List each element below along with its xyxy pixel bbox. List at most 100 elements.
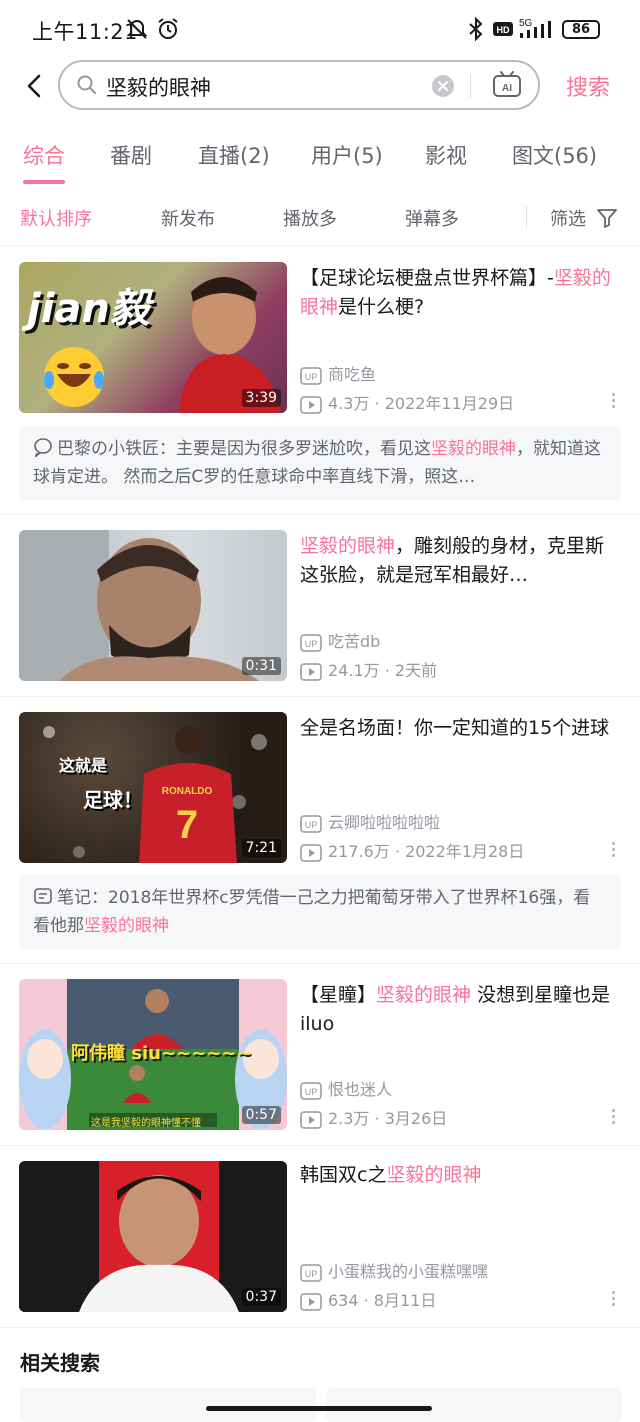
up-icon: UP (300, 633, 322, 652)
sort-divider (526, 206, 527, 228)
up-icon: UP (300, 1263, 322, 1282)
home-indicator[interactable] (206, 1406, 432, 1411)
uploader[interactable]: UP 小蛋糕我的小蛋糕嘿嘿 (300, 1258, 488, 1282)
signal-icon: 5G (519, 18, 551, 38)
search-query[interactable]: 坚毅的眼神 (106, 72, 211, 102)
uploader[interactable]: UP 商吃鱼 (300, 361, 376, 385)
video-thumbnail[interactable]: 阿伟瞳 siu~~~~~~ 这是我坚毅的眼神懂不懂 0:57 (19, 979, 287, 1130)
search-bar: 坚毅的眼神 AI 搜索 (0, 58, 640, 114)
note-icon (34, 888, 52, 904)
ai-assistant-icon[interactable]: AI (492, 71, 522, 99)
stats-text: 4.3万 · 2022年11月29日 (328, 394, 515, 413)
stats-text: 217.6万 · 2022年1月28日 (328, 842, 525, 861)
video-stats: 24.1万 · 2天前 (300, 657, 437, 681)
uploader-name: 云卿啦啦啦啦啦 (328, 813, 441, 832)
separator (0, 1327, 640, 1328)
jersey-name: RONALDO (162, 786, 213, 797)
video-stats: 4.3万 · 2022年11月29日 (300, 390, 514, 414)
uploader-name: 小蛋糕我的小蛋糕嘿嘿 (328, 1262, 489, 1281)
more-icon[interactable] (612, 393, 616, 411)
more-icon[interactable] (612, 842, 616, 860)
uploader-name: 吃苦db (328, 632, 381, 651)
note-preview[interactable]: 笔记：2018年世界杯c罗凭借一己之力把葡萄牙带入了世界杯16强，看看他那坚毅的… (19, 875, 621, 949)
video-title[interactable]: 韩国双c之坚毅的眼神 (300, 1161, 620, 1190)
duration-badge: 0:31 (241, 657, 281, 675)
filter-label: 筛选 (550, 209, 586, 230)
up-icon: UP (300, 366, 322, 385)
video-thumbnail[interactable]: RONALDO 7 这就是 足球！ 7:21 (19, 712, 287, 863)
alarm-icon (158, 18, 178, 39)
comment-author: 巴黎の小铁匠： (57, 439, 176, 459)
sort-most-played[interactable]: 播放多 (283, 205, 337, 231)
video-stats: 634 · 8月11日 (300, 1287, 436, 1311)
title-text: 韩国双c之 (300, 1164, 387, 1186)
svg-text:UP: UP (305, 639, 318, 649)
stats-text: 24.1万 · 2天前 (328, 661, 438, 680)
play-count-icon (300, 1292, 322, 1311)
video-title[interactable]: 全是名场面！你一定知道的15个进球 (300, 714, 620, 743)
sort-newest[interactable]: 新发布 (161, 205, 215, 231)
title-highlight: 坚毅的眼神 (300, 535, 396, 557)
title-highlight: 坚毅的眼神 (386, 1164, 482, 1186)
comment-highlight: 坚毅的眼神 (431, 439, 516, 459)
title-text: 【星瞳】 (300, 984, 377, 1006)
stats-text: 634 · 8月11日 (328, 1291, 437, 1310)
result-tabs: 综合 番剧 直播(2) 用户(5) 影视 图文(56) (0, 128, 640, 186)
search-button[interactable]: 搜索 (566, 70, 610, 102)
thumbnail-title: 阿伟瞳 siu~~~~~~ (71, 1043, 252, 1064)
tab-all[interactable]: 综合 (23, 140, 65, 170)
uploader-name: 恨也迷人 (328, 1080, 393, 1099)
sort-most-danmaku[interactable]: 弹幕多 (405, 205, 459, 231)
video-title[interactable]: 坚毅的眼神，雕刻般的身材，克里斯这张脸，就是冠军相最好… (300, 532, 620, 590)
tab-film[interactable]: 影视 (425, 140, 467, 170)
related-search-item[interactable] (326, 1388, 622, 1422)
video-title[interactable]: 【星瞳】坚毅的眼神 没想到星瞳也是iluo (300, 981, 620, 1039)
play-count-icon (300, 662, 322, 681)
comment-icon (34, 438, 52, 459)
tab-bangumi[interactable]: 番剧 (110, 140, 152, 170)
stats-text: 2.3万 · 3月26日 (328, 1109, 448, 1128)
comment-preview[interactable]: 巴黎の小铁匠：主要是因为很多罗迷尬吹，看见这坚毅的眼神，就知道这球肯定进。 然而… (19, 426, 621, 500)
tab-articles[interactable]: 图文(56) (512, 140, 597, 170)
uploader[interactable]: UP 吃苦db (300, 628, 380, 652)
thumbnail-text: 足球！ (83, 788, 143, 812)
related-search-item[interactable] (20, 1388, 316, 1422)
video-thumbnail[interactable]: 0:31 (19, 530, 287, 681)
play-count-icon (300, 1110, 322, 1129)
duration-badge: 0:37 (241, 1288, 281, 1306)
more-icon[interactable] (612, 1291, 616, 1309)
video-stats: 2.3万 · 3月26日 (300, 1105, 447, 1129)
duration-badge: 0:57 (241, 1106, 281, 1124)
uploader[interactable]: UP 云卿啦啦啦啦啦 (300, 809, 440, 833)
search-icon (77, 75, 96, 94)
svg-text:UP: UP (305, 1269, 318, 1279)
uploader[interactable]: UP 恨也迷人 (300, 1076, 392, 1100)
thumbnail-text: 这就是 (59, 756, 108, 775)
thumbnail-caption: 这是我坚毅的眼神懂不懂 (91, 1118, 201, 1129)
svg-text:5G: 5G (519, 18, 533, 29)
thumbnail-title: jian毅 (27, 286, 150, 332)
sort-default[interactable]: 默认排序 (20, 205, 92, 231)
more-icon[interactable] (612, 1109, 616, 1127)
title-text: 全是名场面！你一定知道的15个进球 (300, 717, 610, 739)
note-author: 笔记： (57, 888, 108, 908)
separator (0, 514, 640, 515)
video-title[interactable]: 【足球论坛梗盘点世界杯篇】-坚毅的眼神是什么梗? (300, 264, 620, 322)
mute-icon (126, 19, 148, 39)
title-highlight: 坚毅的眼神 (376, 984, 472, 1006)
back-icon[interactable] (18, 68, 52, 104)
duration-badge: 7:21 (241, 839, 281, 857)
tab-users[interactable]: 用户(5) (311, 140, 383, 170)
video-thumbnail[interactable]: jian毅 3:39 (19, 262, 287, 413)
note-highlight: 坚毅的眼神 (84, 916, 169, 936)
filter-button[interactable]: 筛选 (550, 205, 618, 231)
video-thumbnail[interactable]: 0:37 (19, 1161, 287, 1312)
separator (0, 696, 640, 697)
search-input[interactable]: 坚毅的眼神 AI (58, 60, 540, 110)
clear-icon[interactable] (432, 75, 454, 97)
svg-text:UP: UP (305, 1087, 318, 1097)
battery-level: 86 (571, 22, 591, 37)
battery-icon: 86 (562, 20, 600, 39)
svg-text:HD: HD (497, 25, 510, 35)
tab-live[interactable]: 直播(2) (198, 140, 270, 170)
